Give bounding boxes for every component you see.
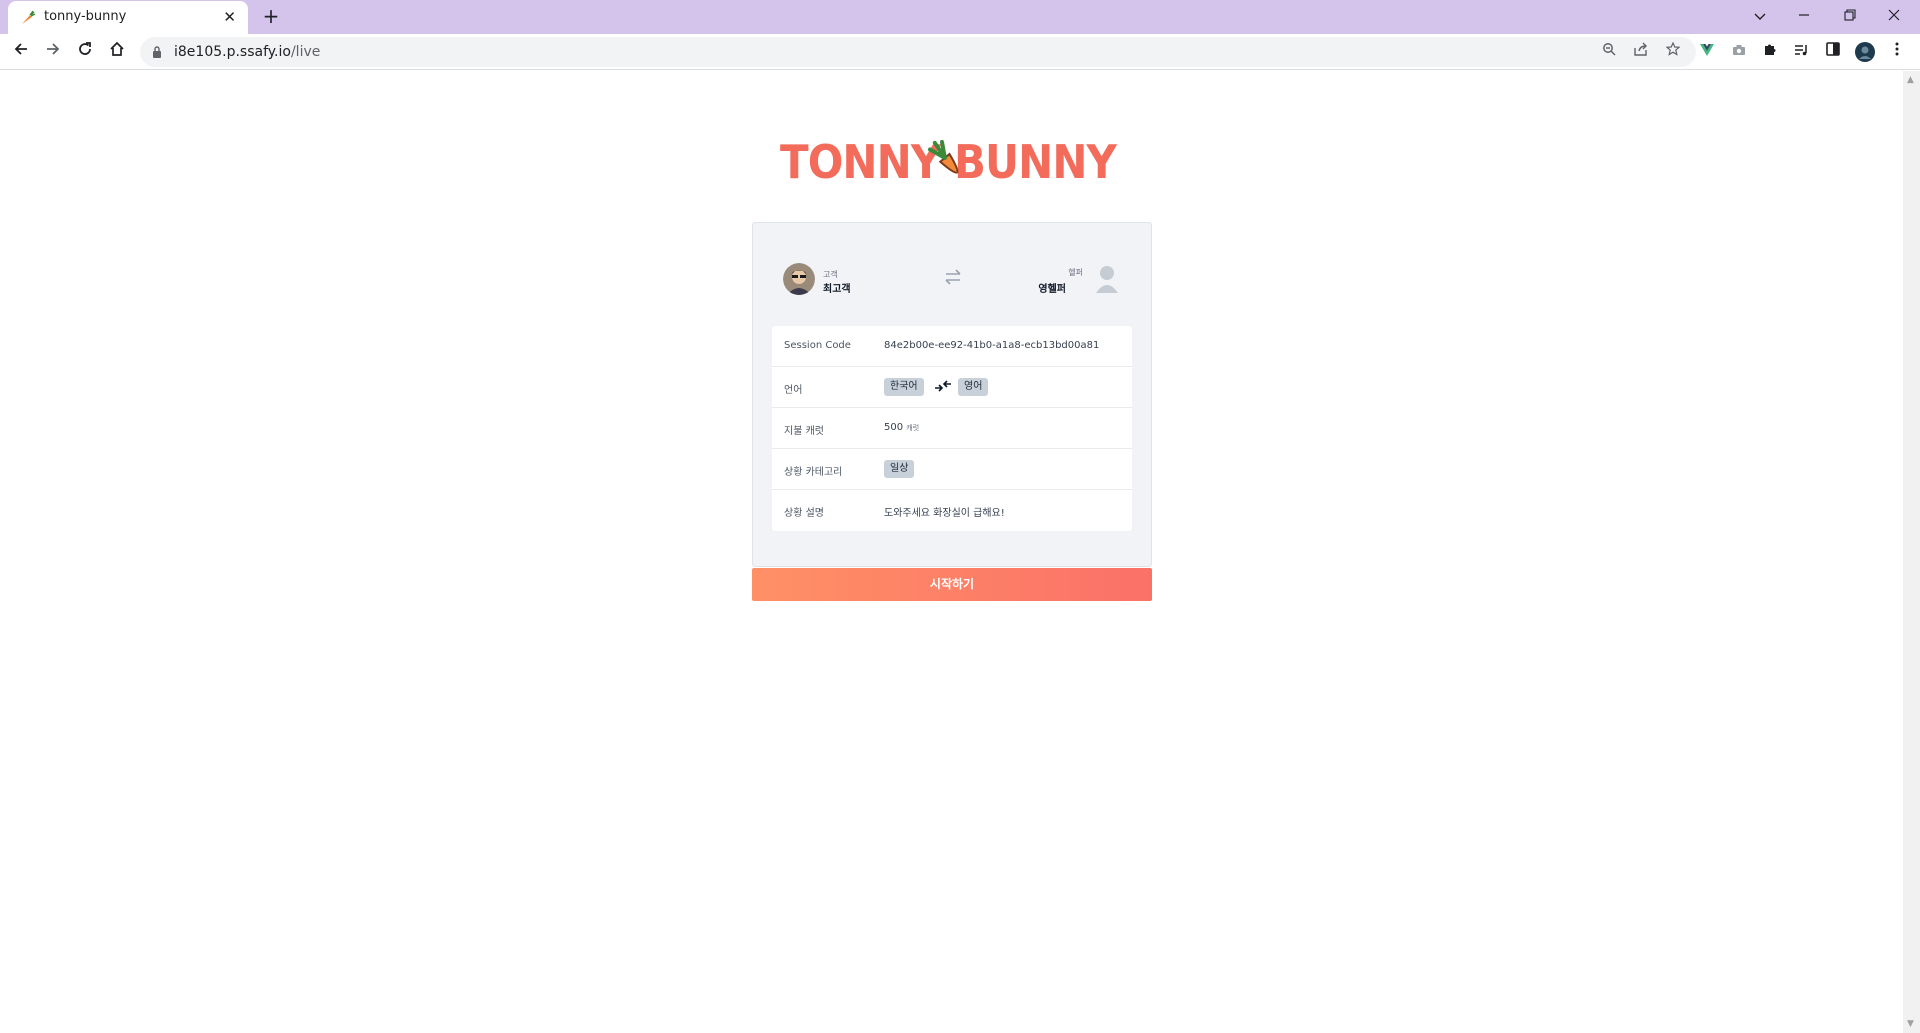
- home-icon[interactable]: [104, 39, 130, 65]
- close-tab-icon[interactable]: ✕: [223, 8, 236, 26]
- carrot-payment-value: 500 캐럿: [884, 422, 919, 433]
- helper-role: 헬퍼: [1068, 268, 1083, 277]
- back-arrow-icon[interactable]: [8, 39, 34, 65]
- scroll-up-arrow-icon[interactable]: ▲: [1907, 75, 1914, 85]
- address-bar[interactable]: i8e105.p.ssafy.io/live: [140, 37, 1696, 67]
- menu-kebab-icon[interactable]: [1887, 42, 1907, 62]
- camera-icon[interactable]: [1729, 42, 1749, 62]
- page-scrollbar[interactable]: ▲ ▼: [1903, 71, 1920, 1033]
- bookmark-star-icon[interactable]: [1663, 41, 1683, 62]
- session-info-table: Session Code 84e2b00e-ee92-41b0-a1a8-ecb…: [772, 326, 1132, 531]
- media-queue-icon[interactable]: [1791, 42, 1811, 62]
- reload-icon[interactable]: [72, 39, 98, 65]
- table-row: Session Code 84e2b00e-ee92-41b0-a1a8-ecb…: [772, 326, 1132, 367]
- url-text: i8e105.p.ssafy.io/live: [174, 44, 320, 60]
- vue-devtools-icon[interactable]: [1697, 42, 1717, 62]
- new-tab-button[interactable]: +: [260, 5, 282, 27]
- description-value: 도와주세요 화장실이 급해요!: [884, 508, 1005, 519]
- zoom-icon[interactable]: [1599, 42, 1619, 62]
- session-code-value: 84e2b00e-ee92-41b0-a1a8-ecb13bd00a81: [884, 340, 1100, 351]
- table-row: 지불 캐럿 500 캐럿: [772, 408, 1132, 449]
- close-window-icon[interactable]: [1883, 5, 1905, 27]
- session-card: 고객 최고객 헬퍼 영헬퍼 Session Code 84e2b00e-ee92…: [752, 222, 1152, 567]
- language-to-chip: 영어: [958, 378, 989, 396]
- session-code-label: Session Code: [784, 340, 851, 351]
- url-path: /live: [290, 44, 321, 60]
- start-button[interactable]: 시작하기: [752, 568, 1152, 601]
- active-tab[interactable]: tonny-bunny ✕: [8, 1, 248, 34]
- lock-icon: [153, 46, 161, 58]
- client-name: 최고객: [823, 284, 851, 295]
- forward-arrow-icon[interactable]: [40, 39, 66, 65]
- browser-toolbar: i8e105.p.ssafy.io/live: [0, 34, 1920, 70]
- carrot-unit: 캐럿: [906, 424, 920, 432]
- language-label: 언어: [784, 385, 803, 396]
- swap-arrows-icon: [945, 269, 961, 285]
- category-label: 상황 카테고리: [784, 467, 843, 478]
- tab-title: tonny-bunny: [44, 9, 127, 24]
- share-icon[interactable]: [1631, 42, 1651, 62]
- extensions-puzzle-icon[interactable]: [1760, 42, 1780, 62]
- tab-search-chevron-icon[interactable]: [1749, 5, 1771, 27]
- carrot-favicon-icon: [22, 10, 36, 24]
- carrot-payment-label: 지불 캐럿: [784, 426, 824, 437]
- carrot-amount: 500: [884, 422, 904, 433]
- minimize-icon[interactable]: [1793, 5, 1815, 27]
- category-chip: 일상: [884, 460, 915, 478]
- table-row: 상황 카테고리 일상: [772, 449, 1132, 490]
- language-exchange-icon: [935, 380, 951, 392]
- tab-strip: tonny-bunny ✕ +: [0, 0, 1920, 34]
- client-role: 고객: [823, 270, 838, 279]
- language-from-chip: 한국어: [884, 378, 924, 396]
- restore-icon[interactable]: [1839, 5, 1861, 27]
- default-user-icon: [1096, 266, 1118, 293]
- client-avatar: [783, 263, 815, 295]
- helper-profile: 헬퍼 영헬퍼: [1001, 263, 1121, 299]
- description-label: 상황 설명: [784, 508, 824, 519]
- side-panel-icon[interactable]: [1823, 42, 1843, 62]
- table-row: 언어 한국어 영어: [772, 367, 1132, 408]
- tonny-bunny-logo: TONNY BUNNY: [780, 135, 1119, 189]
- table-row: 상황 설명 도와주세요 화장실이 급해요!: [772, 490, 1132, 531]
- scroll-down-arrow-icon[interactable]: ▼: [1907, 1019, 1914, 1029]
- url-host: i8e105.p.ssafy.io: [174, 44, 291, 60]
- profile-avatar[interactable]: [1855, 42, 1875, 62]
- helper-name: 영헬퍼: [1038, 284, 1066, 295]
